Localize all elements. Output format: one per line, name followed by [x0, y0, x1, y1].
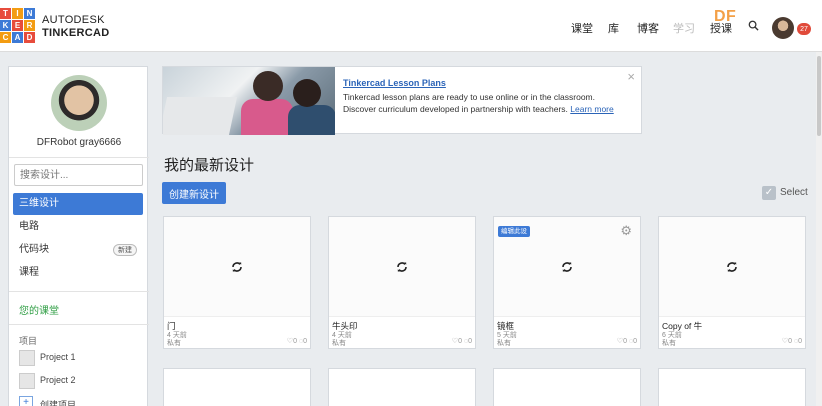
sidebar-item-label: 三维设计: [19, 198, 59, 209]
logo-letter: N: [24, 8, 35, 19]
lesson-plans-banner: Tinkercad Lesson Plans Tinkercad lesson …: [162, 66, 642, 135]
tinkercad-logo[interactable]: T I N K E R C A D: [0, 8, 35, 43]
design-privacy: 私有: [662, 340, 676, 347]
notification-badge[interactable]: 27: [797, 23, 811, 35]
project-label: Project 1: [40, 352, 76, 362]
design-preview[interactable]: [164, 217, 310, 317]
logo-letter: T: [0, 8, 11, 19]
page-scrollbar[interactable]: [816, 52, 822, 406]
design-preview[interactable]: 编辑此设 ⚙: [494, 217, 640, 317]
refresh-icon: [232, 262, 242, 272]
logo-letter: R: [24, 20, 35, 31]
create-new-design-button[interactable]: 创建新设计: [162, 182, 226, 204]
brand-line-tinkercad: TINKERCAD: [42, 27, 110, 39]
design-preview[interactable]: [329, 217, 475, 317]
logo-letter: C: [0, 32, 11, 43]
logo-letter: A: [12, 32, 23, 43]
logo-letter: E: [12, 20, 23, 31]
design-privacy: 私有: [167, 340, 181, 347]
new-badge: 新建: [113, 244, 137, 256]
divider: [9, 324, 149, 325]
like-count: 0: [293, 338, 297, 345]
select-checkbox[interactable]: ✓: [762, 186, 776, 200]
sidebar-item-label: 代码块: [19, 244, 49, 255]
sidebar: DFRobot gray6666 三维设计 电路 代码块 新建 课程 您的课堂 …: [8, 66, 149, 406]
logo-letter: K: [0, 20, 11, 31]
design-card[interactable]: 牛头印 4 天前 私有 ♡0 ◌0: [328, 216, 476, 349]
sidebar-item-label: 课程: [19, 267, 39, 278]
refresh-icon: [397, 262, 407, 272]
brand-line-autodesk: AUTODESK: [42, 14, 105, 26]
comment-count: 0: [303, 338, 307, 345]
design-stats: ♡0 ◌0: [617, 337, 637, 345]
design-stats: ♡0 ◌0: [287, 337, 307, 345]
design-card[interactable]: Copy of 牛 6 天前 私有 ♡0 ◌0: [658, 216, 806, 349]
nav-teach[interactable]: 授课: [710, 20, 732, 36]
nav-library[interactable]: 库: [608, 20, 619, 36]
divider: [9, 157, 149, 158]
page-title: 我的最新设计: [164, 157, 255, 174]
divider: [9, 291, 149, 292]
like-count: 0: [458, 338, 462, 345]
sidebar-item-lessons[interactable]: 课程: [13, 262, 143, 284]
design-card[interactable]: [493, 368, 641, 406]
nav-classroom[interactable]: 课堂: [571, 20, 593, 36]
refresh-icon: [562, 262, 572, 272]
close-icon[interactable]: ×: [627, 69, 635, 84]
your-classrooms-link[interactable]: 您的课堂: [19, 302, 59, 317]
profile-avatar[interactable]: [51, 75, 107, 131]
comment-count: 0: [798, 338, 802, 345]
logo-letter: I: [12, 8, 23, 19]
logo-letter: D: [24, 32, 35, 43]
learn-more-link[interactable]: Learn more: [570, 104, 613, 114]
design-card[interactable]: 门 4 天前 私有 ♡0 ◌0: [163, 216, 311, 349]
top-bar: T I N K E R C A D AUTODESK TINKERCAD 课堂 …: [0, 0, 822, 52]
design-card[interactable]: 编辑此设 ⚙ 镜框 5 天前 私有 ♡0 ◌0: [493, 216, 641, 349]
plus-icon: +: [19, 396, 33, 406]
design-card[interactable]: [328, 368, 476, 406]
select-label[interactable]: Select: [780, 187, 808, 198]
user-avatar[interactable]: [772, 17, 794, 39]
gear-icon[interactable]: ⚙: [620, 223, 632, 239]
design-privacy: 私有: [497, 340, 511, 347]
design-preview[interactable]: [659, 217, 805, 317]
edit-design-tag[interactable]: 编辑此设: [498, 226, 530, 237]
design-card[interactable]: [163, 368, 311, 406]
nav-learn[interactable]: 学习: [673, 20, 695, 36]
design-privacy: 私有: [332, 340, 346, 347]
design-card[interactable]: [658, 368, 806, 406]
comment-count: 0: [633, 338, 637, 345]
lesson-description-text: Tinkercad lesson plans are ready to use …: [343, 92, 595, 114]
design-search-input[interactable]: [14, 164, 143, 186]
sidebar-item-3d-designs[interactable]: 三维设计: [13, 193, 143, 215]
sidebar-item-codeblocks[interactable]: 代码块 新建: [13, 239, 143, 261]
profile-name[interactable]: DFRobot gray6666: [9, 137, 149, 148]
sidebar-item-circuits[interactable]: 电路: [13, 216, 143, 238]
lesson-banner-image: [163, 67, 335, 135]
sidebar-item-label: 电路: [19, 221, 39, 232]
nav-blog[interactable]: 博客: [637, 20, 659, 36]
like-count: 0: [623, 338, 627, 345]
lesson-plans-description: Tinkercad lesson plans are ready to use …: [343, 91, 623, 115]
projects-heading: 项目: [19, 336, 38, 346]
create-project-label: 创建项目: [40, 400, 77, 406]
design-stats: ♡0 ◌0: [452, 337, 472, 345]
search-icon[interactable]: [748, 20, 759, 31]
like-count: 0: [788, 338, 792, 345]
design-stats: ♡0 ◌0: [782, 337, 802, 345]
project-thumbnail: [19, 350, 35, 366]
lesson-plans-title-link[interactable]: Tinkercad Lesson Plans: [343, 78, 446, 88]
refresh-icon: [727, 262, 737, 272]
brand-name[interactable]: AUTODESK TINKERCAD: [42, 14, 109, 40]
comment-count: 0: [468, 338, 472, 345]
project-thumbnail: [19, 373, 35, 389]
scrollbar-thumb[interactable]: [817, 56, 821, 136]
project-label: Project 2: [40, 375, 76, 385]
